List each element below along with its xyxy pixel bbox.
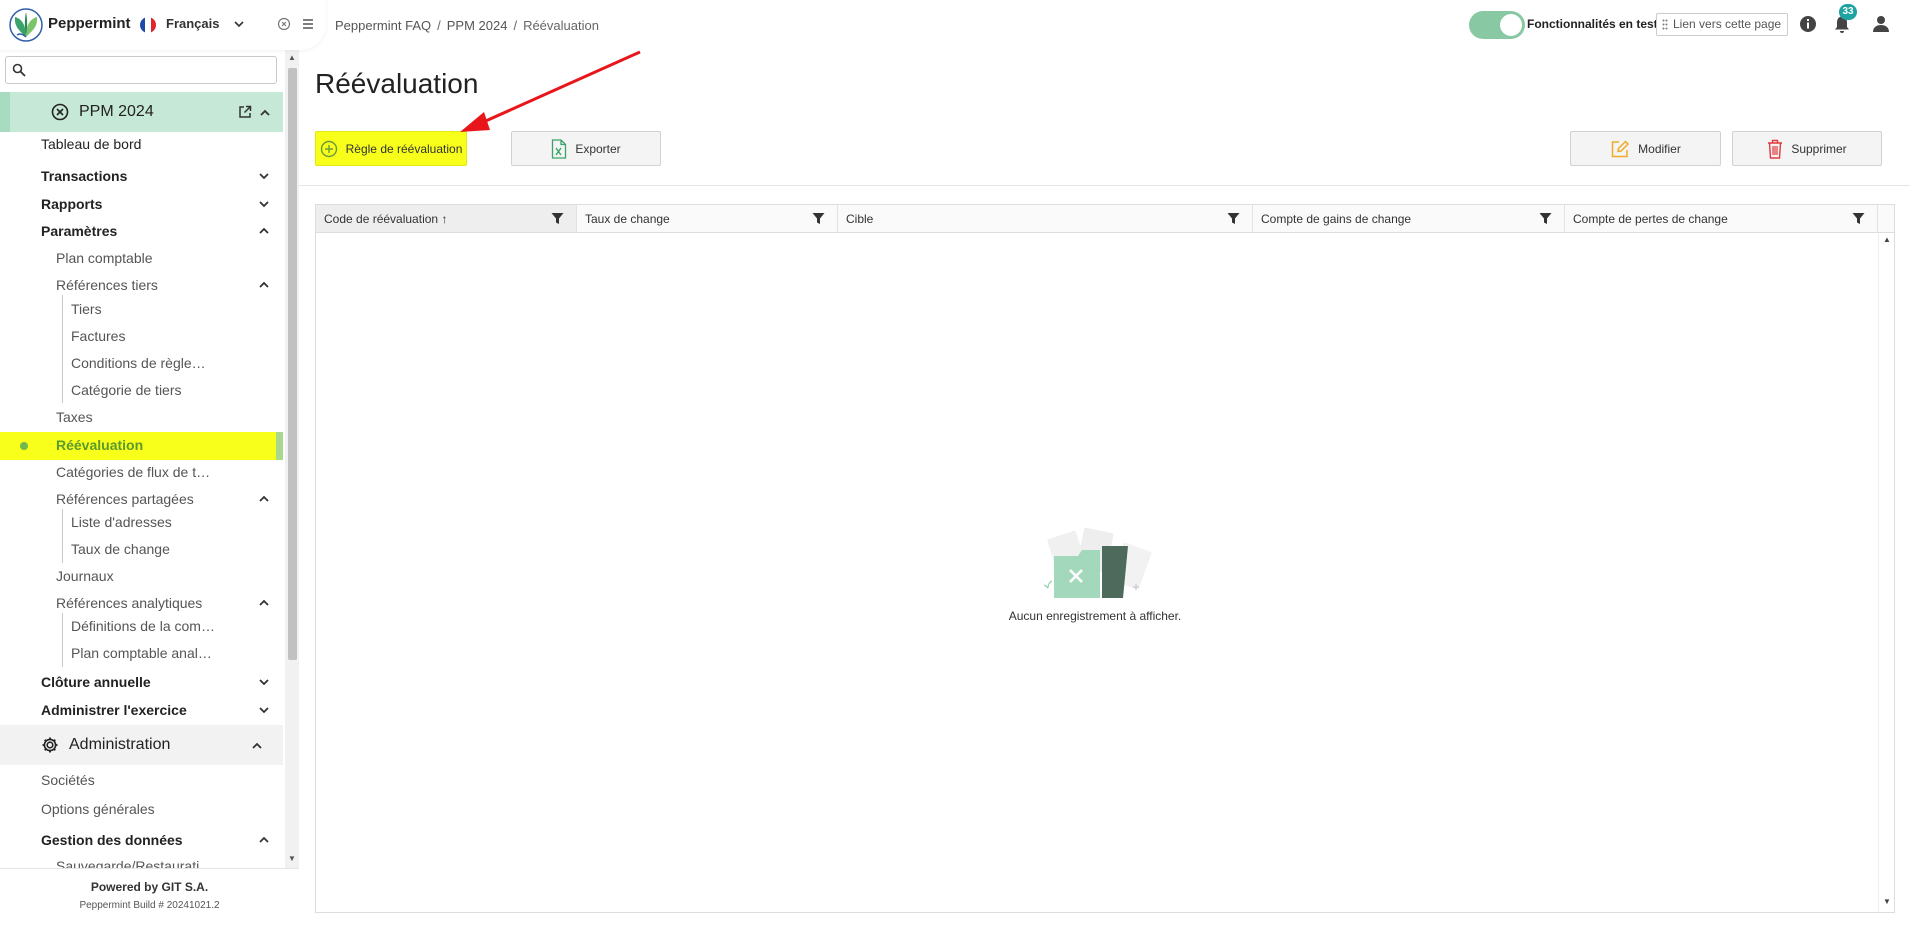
sidebar-item-cloture[interactable]: Clôture annuelle	[41, 674, 151, 690]
column-header-taux[interactable]: Taux de change	[577, 205, 838, 232]
scroll-up-arrow-icon[interactable]: ▲	[288, 53, 296, 62]
export-button-label: Exporter	[575, 141, 621, 156]
breadcrumb-item[interactable]: PPM 2024	[447, 18, 508, 33]
features-toggle[interactable]	[1469, 11, 1525, 39]
sidebar-item-taux-de-change[interactable]: Taux de change	[71, 541, 170, 557]
section-administration[interactable]: Administration	[0, 725, 283, 765]
notification-badge: 33	[1839, 4, 1857, 20]
column-label: Cible	[846, 212, 874, 226]
sidebar-item-societes[interactable]: Sociétés	[41, 772, 95, 788]
sidebar-item-definitions[interactable]: Définitions de la com…	[71, 618, 215, 634]
search-input[interactable]	[30, 60, 270, 80]
filter-icon[interactable]	[1227, 212, 1240, 225]
sidebar-item-journaux[interactable]: Journaux	[56, 568, 114, 584]
column-label: Taux de change	[585, 212, 670, 226]
hamburger-menu-icon[interactable]	[301, 17, 315, 31]
sidebar-item-plan-comptable-anal[interactable]: Plan comptable anal…	[71, 645, 212, 661]
grid-header-corner	[1878, 205, 1894, 233]
sidebar-item-options[interactable]: Options générales	[41, 801, 155, 817]
excel-file-icon	[552, 138, 567, 159]
column-label: Code de réévaluation	[324, 212, 439, 226]
info-icon[interactable]	[1799, 15, 1817, 33]
sidebar-item-reevaluation[interactable]: Réévaluation	[56, 437, 143, 453]
sidebar-item-references-analytiques[interactable]: Références analytiques	[56, 595, 202, 611]
scroll-up-arrow-icon[interactable]: ▲	[1883, 235, 1891, 244]
sidebar-footer: Powered by GIT S.A. Peppermint Build # 2…	[0, 868, 299, 925]
peppermint-logo-icon[interactable]	[8, 7, 44, 43]
gear-icon	[42, 737, 58, 753]
filter-icon[interactable]	[551, 212, 564, 225]
grid-header: Code de réévaluation ↑ Taux de change Ci…	[316, 205, 1878, 233]
section-administration-label: Administration	[69, 736, 171, 753]
chevron-down-icon[interactable]	[257, 675, 271, 689]
edit-icon	[1611, 139, 1630, 157]
chevron-up-icon[interactable]	[257, 492, 271, 506]
modify-button[interactable]: Modifier	[1570, 131, 1721, 166]
scroll-down-arrow-icon[interactable]: ▼	[288, 854, 296, 863]
scroll-down-arrow-icon[interactable]: ▼	[1883, 897, 1891, 906]
search-field[interactable]	[5, 56, 277, 84]
filter-icon[interactable]	[1539, 212, 1552, 225]
user-icon[interactable]	[1872, 15, 1890, 33]
breadcrumb: Peppermint FAQ / PPM 2024/Réévaluation	[335, 18, 599, 33]
delete-button[interactable]: Supprimer	[1732, 131, 1882, 166]
page-link-label: Lien vers cette page	[1673, 17, 1782, 31]
app-header: Peppermint Français	[0, 0, 326, 50]
column-header-pertes[interactable]: Compte de pertes de change	[1565, 205, 1878, 232]
chevron-down-icon[interactable]	[257, 703, 271, 717]
modify-button-label: Modifier	[1638, 141, 1681, 156]
plus-circle-icon	[320, 140, 337, 157]
filter-icon[interactable]	[812, 212, 825, 225]
breadcrumb-current: Réévaluation	[523, 18, 599, 33]
tree-line	[62, 509, 63, 563]
sidebar: PPM 2024 Tableau de bord Transactions Ra…	[0, 0, 326, 925]
scrollbar-thumb[interactable]	[288, 68, 297, 660]
add-revaluation-rule-button[interactable]: Règle de réévaluation	[315, 131, 467, 166]
tree-line	[62, 613, 63, 667]
grid-scrollbar[interactable]: ▲ ▼	[1878, 233, 1894, 912]
sidebar-item-gestion[interactable]: Gestion des données	[41, 832, 183, 848]
france-flag-icon	[140, 17, 156, 33]
close-circle-icon[interactable]	[277, 17, 291, 31]
breadcrumb-item[interactable]: Peppermint FAQ	[335, 18, 431, 33]
build-number-text: Peppermint Build # 20241021.2	[79, 900, 220, 911]
delete-button-label: Supprimer	[1791, 141, 1847, 156]
sidebar-item-administrer[interactable]: Administrer l'exercice	[41, 702, 187, 718]
language-selector[interactable]: Français	[166, 16, 219, 31]
sidebar-nav-lower: Réévaluation Catégories de flux de t… Ré…	[0, 92, 283, 868]
sort-ascending-icon: ↑	[441, 212, 448, 226]
column-header-code[interactable]: Code de réévaluation ↑	[316, 205, 577, 232]
sidebar-scrollbar[interactable]: ▲ ▼	[285, 50, 299, 868]
chevron-up-icon[interactable]	[257, 833, 271, 847]
toolbar-divider	[299, 185, 1910, 186]
sidebar-item-categories-flux[interactable]: Catégories de flux de t…	[56, 464, 210, 480]
app-name[interactable]: Peppermint	[48, 15, 131, 32]
sidebar-item-references-partagees[interactable]: Références partagées	[56, 491, 194, 507]
powered-by-text: Powered by GIT S.A.	[90, 880, 209, 894]
features-label: Fonctionnalités en test	[1527, 17, 1658, 31]
column-header-cible[interactable]: Cible	[838, 205, 1253, 232]
annotation-arrow-icon	[460, 50, 641, 132]
add-button-label: Règle de réévaluation	[345, 141, 463, 156]
trash-icon	[1768, 139, 1783, 159]
chevron-up-icon[interactable]	[257, 596, 271, 610]
top-bar: Peppermint FAQ / PPM 2024/Réévaluation Fon…	[299, 0, 1910, 50]
column-label: Compte de pertes de change	[1573, 212, 1728, 226]
drag-handle-icon	[1662, 19, 1668, 30]
empty-folder-illustration-icon	[1043, 527, 1152, 598]
empty-state-message: Aucun enregistrement à afficher.	[1008, 609, 1182, 623]
chevron-down-icon[interactable]	[232, 17, 246, 31]
column-header-gains[interactable]: Compte de gains de change	[1253, 205, 1565, 232]
chevron-up-icon[interactable]	[250, 739, 264, 753]
search-icon	[12, 63, 26, 77]
sidebar-item-liste-adresses[interactable]: Liste d'adresses	[71, 514, 172, 530]
filter-icon[interactable]	[1852, 212, 1865, 225]
column-label: Compte de gains de change	[1261, 212, 1412, 226]
sidebar-item-sauvegarde[interactable]: Sauvegarde/Restaurati…	[56, 858, 213, 868]
page-link-button[interactable]: Lien vers cette page	[1656, 13, 1789, 36]
